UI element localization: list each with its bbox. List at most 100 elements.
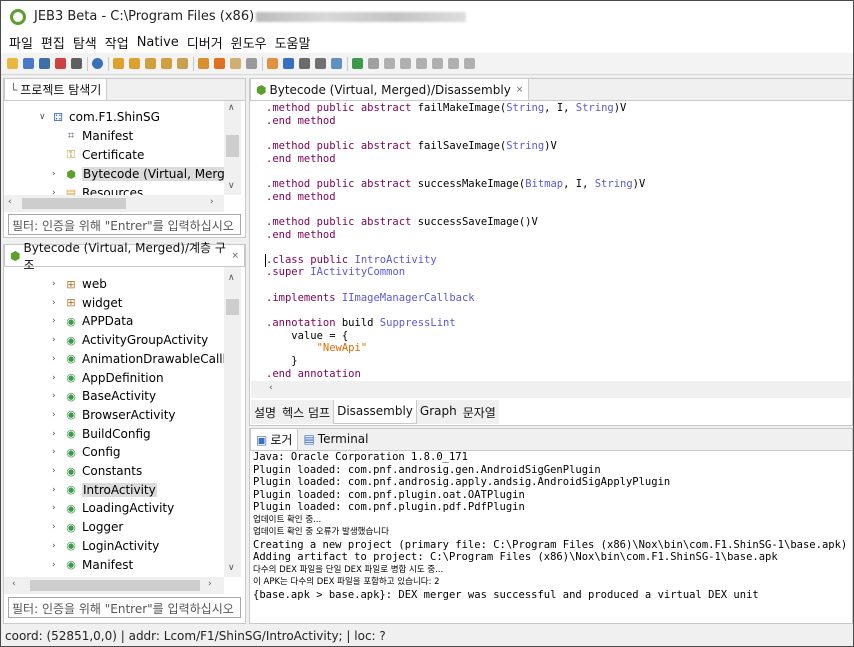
step-over-icon[interactable] [432,58,443,69]
tab-disassembly-editor[interactable]: ⬢ Bytecode (Virtual, Merged)/Disassembly… [250,78,530,100]
code-line[interactable]: .annotation build SuppressLint [266,317,456,330]
editor-hscroll[interactable]: ‹ [251,381,851,398]
project-filter-input[interactable]: 필터: 인증을 위해 "Entrer"를 입력하십시오 [8,214,241,235]
project-tree-hscroll[interactable]: ‹ › [4,195,224,212]
hierarchy-filter-input[interactable]: 필터: 인증을 위해 "Entrer"를 입력하십시오 [8,597,241,618]
chevron-right-icon[interactable]: › [52,429,64,439]
hierarchy-item[interactable]: › ⊞ web [52,275,107,293]
menu-action[interactable]: 작업 [101,33,133,52]
graph-icon[interactable] [283,58,294,69]
chevron-right-icon[interactable]: › [52,298,64,308]
scroll-up-icon[interactable]: ∧ [228,103,235,113]
tree-icon[interactable] [299,58,310,69]
scroll-left-icon[interactable]: ‹ [269,383,273,393]
sub-tab[interactable]: 문자열 [460,400,499,424]
tree-node-manifest[interactable]: ⌗ Manifest [64,127,133,145]
hierarchy-item[interactable]: › ◉ LoginActivity [52,537,159,555]
sub-tab[interactable]: Disassembly [333,400,417,424]
chevron-right-icon[interactable]: › [52,279,64,289]
wrench-icon[interactable] [39,58,50,69]
hierarchy-item[interactable]: › ◉ BrowserActivity [52,406,176,424]
code-line[interactable]: .method public abstract failMakeImage(St… [266,102,626,115]
chevron-right-icon[interactable]: › [52,335,64,345]
tree-node-certificate[interactable]: ⚿ Certificate [64,146,145,164]
open-folder-icon[interactable] [7,58,18,69]
code-line[interactable]: .super IActivityCommon [266,266,405,279]
hierarchy-item[interactable]: › ◉ BaseActivity [52,387,156,405]
chevron-right-icon[interactable]: › [52,466,64,476]
tree-node-package[interactable]: ∨ ⚃ com.F1.ShinSG [39,108,160,126]
pause-icon[interactable] [384,58,395,69]
close-icon[interactable]: ⨯ [231,251,239,261]
code-line[interactable]: .method public abstract failSaveImage(St… [266,140,557,153]
forward-icon[interactable] [161,58,172,69]
chevron-right-icon[interactable]: › [52,391,64,401]
hierarchy-item[interactable]: › ◉ Constants [52,462,142,480]
navigate-icon[interactable] [129,58,140,69]
scroll-thumb[interactable] [22,198,126,209]
properties-icon[interactable] [71,58,82,69]
scroll-left-icon[interactable]: ‹ [8,197,12,207]
code-line[interactable]: .method public abstract successMakeImage… [266,178,645,191]
chevron-right-icon[interactable]: › [52,354,64,364]
chevron-right-icon[interactable]: › [52,560,64,570]
step-out-icon[interactable] [448,58,459,69]
menu-navigate[interactable]: 탐색 [69,33,101,52]
step-icon[interactable] [400,58,411,69]
hierarchy-item[interactable]: › ◉ ActivityGroupActivity [52,331,208,349]
scroll-left-icon[interactable]: ‹ [12,579,16,589]
scroll-down-icon[interactable]: ∨ [228,563,235,573]
chevron-right-icon[interactable]: › [52,373,64,383]
comment-icon[interactable] [214,58,225,69]
hierarchy-item[interactable]: › ◉ Logger [52,518,123,536]
xref-icon[interactable] [331,58,342,69]
structure-icon[interactable] [315,58,326,69]
hierarchy-hscroll[interactable]: ‹ › [4,577,224,594]
chevron-right-icon[interactable]: › [52,447,64,457]
detach-icon[interactable] [464,58,475,69]
chevron-right-icon[interactable]: › [52,316,64,326]
project-tree-vscroll[interactable]: ∧ ∨ [224,101,241,195]
grid-icon[interactable] [267,58,278,69]
tab-logger[interactable]: ▣ 로거 [250,428,299,450]
save-icon[interactable] [23,58,34,69]
hierarchy-item[interactable]: › ⊞ widget [52,294,122,312]
chevron-right-icon[interactable]: › [52,522,64,532]
run-icon[interactable] [368,58,379,69]
hierarchy-item[interactable]: › ◉ LoadingActivity [52,499,174,517]
hierarchy-item[interactable]: › ◉ BuildConfig [52,425,151,443]
menu-debugger[interactable]: 디버거 [183,33,227,52]
chevron-right-icon[interactable]: › [52,503,64,513]
hierarchy-item[interactable]: ›◉ AnimationDrawableCallbac [52,350,224,368]
stop-icon[interactable] [55,58,66,69]
chevron-right-icon[interactable]: › [52,410,64,420]
sub-tab[interactable]: 헥스 덤프 [279,400,333,424]
chevron-down-icon[interactable]: ∨ [39,112,51,122]
tree-node-bytecode[interactable]: › ⬢ Bytecode (Virtual, Merged) [52,165,224,183]
menu-window[interactable]: 윈도우 [227,33,271,52]
debug-icon[interactable] [352,58,363,69]
scroll-thumb[interactable] [226,135,239,157]
menu-edit[interactable]: 편집 [37,33,69,52]
chevron-right-icon[interactable]: › [52,169,64,179]
plugin-icon[interactable] [198,58,209,69]
scroll-right-icon[interactable]: › [210,197,214,207]
menu-file[interactable]: 파일 [5,33,37,52]
page-icon[interactable] [246,58,257,69]
scroll-down-icon[interactable]: ∨ [228,181,235,191]
refresh-icon[interactable] [177,58,188,69]
tab-project-explorer[interactable]: └ 프로젝트 탐색기 [4,78,108,100]
code-line[interactable]: .end method [266,115,336,128]
code-line[interactable]: .implements IImageManagerCallback [266,292,475,305]
menu-native[interactable]: Native [133,35,183,50]
scroll-thumb[interactable] [30,580,200,591]
sub-tab[interactable]: Graph [417,400,460,424]
back-icon[interactable] [145,58,156,69]
hierarchy-vscroll[interactable]: ∧ ∨ [224,267,241,577]
code-line[interactable]: .end annotation [266,368,361,381]
tab-terminal[interactable]: ▤ Terminal [298,428,373,450]
step-into-icon[interactable] [416,58,427,69]
jump-icon[interactable] [113,58,124,69]
chevron-right-icon[interactable]: › [52,188,64,195]
close-icon[interactable]: ⨯ [516,85,524,95]
